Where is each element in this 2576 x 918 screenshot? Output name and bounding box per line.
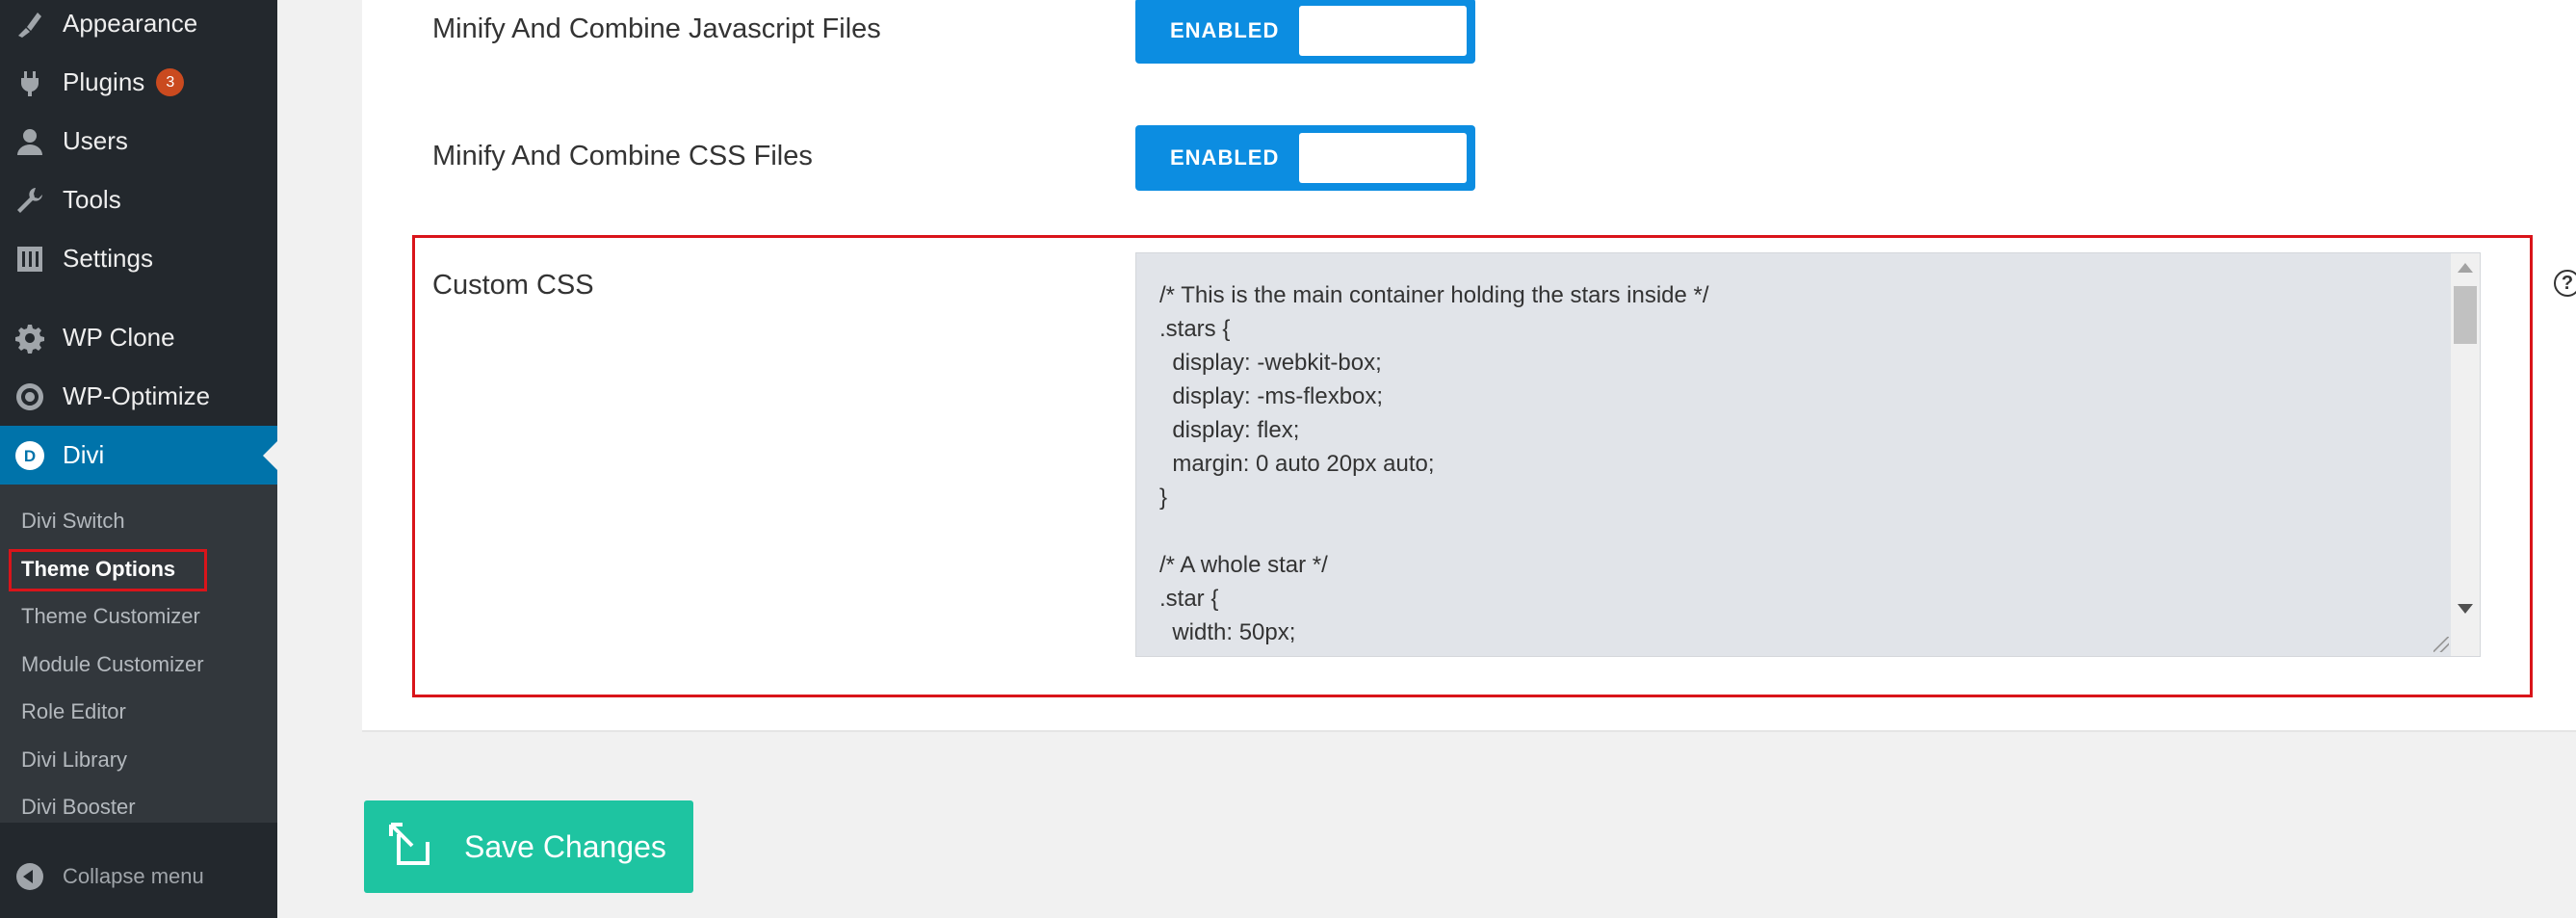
menu-label: WP-Optimize [63, 381, 211, 410]
paintbrush-icon [13, 8, 46, 40]
save-changes-button[interactable]: Save Changes [364, 800, 693, 893]
custom-css-textarea[interactable]: /* This is the main container holding th… [1135, 252, 2481, 657]
admin-sidebar: Appearance Plugins 3 Users Tools Setting… [0, 0, 277, 918]
theme-options-highlight [9, 549, 207, 591]
menu-item-appearance[interactable]: Appearance [0, 0, 277, 53]
menu-item-divi[interactable]: D Divi [0, 426, 277, 485]
gear-icon [13, 322, 46, 354]
save-icon [387, 821, 439, 873]
menu-item-wp-clone[interactable]: WP Clone [0, 308, 277, 367]
collapse-menu-label: Collapse menu [63, 864, 204, 888]
menu-item-tools[interactable]: Tools [0, 170, 277, 229]
custom-css-label: Custom CSS [432, 270, 594, 301]
svg-text:D: D [24, 447, 36, 465]
minify-css-toggle[interactable]: ENABLED [1135, 125, 1475, 191]
menu-item-wp-optimize[interactable]: WP-Optimize [0, 367, 277, 426]
submenu-item-divi-library[interactable]: Divi Library [21, 741, 127, 779]
custom-css-code[interactable]: /* This is the main container holding th… [1159, 278, 1709, 656]
plugins-update-badge: 3 [156, 68, 185, 96]
minify-css-label: Minify And Combine CSS Files [432, 141, 813, 171]
menu-item-users[interactable]: Users [0, 112, 277, 170]
resize-grip-icon[interactable] [2433, 637, 2449, 652]
menu-label: Appearance [63, 9, 198, 38]
divi-submenu: Divi Switch Theme Options Theme Customiz… [0, 485, 277, 823]
submenu-item-role-editor[interactable]: Role Editor [21, 693, 126, 731]
settings-sliders-icon [13, 243, 46, 275]
wrench-icon [13, 184, 46, 217]
scroll-thumb[interactable] [2454, 286, 2477, 344]
toggle-state-label: ENABLED [1170, 18, 1280, 42]
optimize-icon [13, 380, 46, 413]
minify-js-label: Minify And Combine Javascript Files [432, 13, 881, 44]
textarea-scrollbar[interactable] [2451, 253, 2480, 656]
users-icon [13, 125, 46, 158]
minify-js-toggle[interactable]: ENABLED [1135, 0, 1475, 64]
menu-label: WP Clone [63, 323, 175, 352]
menu-label: Settings [63, 244, 153, 273]
collapse-arrow-icon [16, 863, 43, 890]
scroll-down-arrow-icon[interactable] [2458, 604, 2473, 614]
save-changes-label: Save Changes [464, 828, 666, 864]
menu-label: Divi [63, 440, 105, 469]
toggle-knob [1299, 6, 1467, 56]
toggle-state-label: ENABLED [1170, 145, 1280, 170]
menu-label: Tools [63, 185, 121, 214]
toggle-knob [1299, 133, 1467, 183]
plug-icon [13, 66, 46, 99]
submenu-item-divi-switch[interactable]: Divi Switch [21, 502, 125, 540]
menu-label: Users [63, 126, 128, 155]
scroll-up-arrow-icon[interactable] [2458, 263, 2473, 273]
submenu-item-divi-booster[interactable]: Divi Booster [21, 788, 136, 826]
submenu-item-module-customizer[interactable]: Module Customizer [21, 645, 204, 684]
divi-logo-icon: D [13, 439, 46, 472]
menu-item-settings[interactable]: Settings [0, 229, 277, 288]
help-icon[interactable]: ? [2554, 270, 2576, 297]
menu-label: Plugins [63, 67, 145, 96]
active-menu-arrow [263, 440, 277, 470]
menu-item-plugins[interactable]: Plugins 3 [0, 53, 277, 112]
collapse-menu-button[interactable]: Collapse menu [0, 848, 277, 905]
submenu-item-theme-customizer[interactable]: Theme Customizer [21, 597, 200, 636]
